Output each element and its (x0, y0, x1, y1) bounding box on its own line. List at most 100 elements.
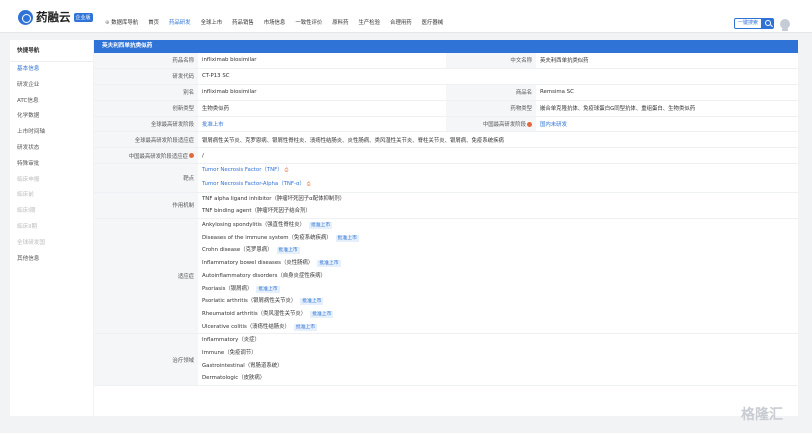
row-therapeutic-area: 治疗领域 Inflammatory（炎症） Immune（免疫调节） Gastroi… (94, 334, 798, 387)
value-innovation: 生物类似药 (202, 106, 229, 113)
logo-text: 药融云 (36, 10, 71, 24)
label-code: 研发代码 (94, 68, 198, 84)
nav-item[interactable]: 医疗器械 (422, 18, 444, 26)
edition-badge: 企业版 (73, 12, 93, 22)
indication-name: Autoinflammatory disorders（自身炎症性疾病） (202, 272, 326, 279)
one-click-search-button[interactable]: 一键搜索 (734, 18, 763, 29)
nav-item[interactable]: 药品销售 (232, 18, 254, 26)
value-drug-type: 嵌合单克隆抗体、免疫球蛋白G同型抗体、重组蛋白、生物类似药 (540, 106, 696, 113)
value-global-indication: 银屑病性关节炎、克罗恩病、银屑性脊柱炎、溃疡性结肠炎、炎性肠病、类风湿性关节炎、… (202, 137, 504, 144)
value-drug-name: infliximab biosimilar (202, 57, 257, 64)
therapeutic-area-item: Dermatologic（皮肤病） (202, 375, 266, 382)
status-badge: 批准上市 (317, 260, 341, 268)
status-badge: 批准上市 (256, 285, 280, 293)
indication-item: Psoriasis（银屑病） 批准上市 (202, 283, 280, 296)
label-therapeutic-area: 治疗领域 (94, 334, 198, 386)
logo-icon (18, 9, 33, 25)
indication-item: Ulcerative colitis（溃疡性结肠炎） 批准上市 (202, 321, 318, 334)
mechanism-item: TNF alpha ligand inhibitor（肿瘤坏死因子α配体抑制剂） (202, 195, 346, 202)
mechanism-item: TNF binding agent（肿瘤坏死因子结合剂） (202, 208, 311, 215)
user-avatar-icon[interactable] (780, 18, 791, 31)
indication-item: Psoriatic arthritis（银屑病性关节炎） 批准上市 (202, 295, 324, 308)
status-badge: 批准上市 (276, 247, 300, 255)
quick-nav-sidebar: 快捷导航 基本信息 研发企业 ATC信息 化学数据 上市时间轴 研发状态 特殊审批 临床申报临… (10, 40, 93, 416)
row-innovation: 创新类型 生物类似药 药物类型 嵌合单克隆抗体、免疫球蛋白G同型抗体、重组蛋白、… (94, 100, 798, 117)
sidebar-item[interactable]: 化学数据 (10, 109, 93, 125)
row-indication: 适应症 Ankylosing spondylitis（强直性脊柱炎） 批准上市 Di… (94, 219, 798, 335)
nav-item[interactable]: 数据库导航 (105, 18, 138, 26)
sidebar-item[interactable]: 临床II期 (10, 220, 93, 236)
nav-item[interactable]: 原料药 (332, 18, 348, 26)
value-target-list: Tumor Necrosis Factor（TNF） ⎙ Tumor Necrosi… (198, 164, 798, 191)
indication-name: Psoriasis（银屑病） (202, 285, 253, 292)
sidebar-item[interactable]: 临床前 (10, 188, 93, 204)
sidebar-item[interactable]: 基本信息 (10, 62, 93, 78)
search-area: 一键搜索 (734, 18, 791, 31)
label-alias: 别名 (94, 84, 198, 100)
label-china-indication: 中国最高研发阶段适应症 (94, 148, 198, 164)
row-stage: 全球最高研发阶段 批准上市 中国最高研发阶段 国内未研发 (94, 116, 798, 133)
indication-item: Diseases of the immune system（免疫系统疾病） 批准上… (202, 232, 359, 245)
nav-item[interactable]: 全球上市 (201, 18, 223, 26)
value-mechanism-list: TNF alpha ligand inhibitor（肿瘤坏死因子α配体抑制剂）… (198, 193, 798, 218)
value-china-indication: / (202, 152, 204, 159)
status-badge: 批准上市 (308, 222, 333, 230)
nav-item[interactable]: 药品研发 (169, 18, 191, 26)
sidebar-item[interactable]: ATC信息 (10, 94, 93, 110)
therapeutic-area-item: Gastrointestinal（胃肠道系统） (202, 362, 283, 369)
indication-name: Diseases of the immune system（免疫系统疾病） (202, 234, 332, 241)
top-bar: 药融云 企业版 数据库导航 首页 药品研发 全球上市 药品销售 市场信息 一致性评价 原料药 生… (0, 0, 812, 33)
value-china-stage[interactable]: 国内未研发 (536, 117, 798, 132)
sidebar-title: 快捷导航 (10, 40, 93, 62)
sidebar-item[interactable]: 其他信息 (10, 252, 93, 268)
label-target: 靶点 (94, 164, 198, 192)
row-china-indication: 中国最高研发阶段适应症 / (94, 148, 798, 165)
target-link[interactable]: Tumor Necrosis Factor（TNF） (202, 167, 283, 173)
drug-title: 英夫利西单抗类似药 (94, 40, 798, 53)
indication-name: Ankylosing spondylitis（强直性脊柱炎） (202, 222, 305, 229)
nav-item[interactable]: 生产检验 (358, 18, 380, 26)
status-badge: 批准上市 (293, 323, 318, 331)
value-cn-name: 英夫利西单抗类似药 (540, 58, 589, 65)
info-icon[interactable] (189, 153, 194, 159)
sidebar-item[interactable]: 全球研发国 (10, 236, 93, 252)
nav-item[interactable]: 一致性评价 (295, 18, 322, 26)
pdf-icon[interactable]: ⎙ (285, 168, 289, 173)
label-indication: 适应症 (94, 219, 198, 334)
sidebar-item[interactable]: 临床申报 (10, 173, 93, 189)
value-therapeutic-area-list: Inflammatory（炎症） Immune（免疫调节） Gastrointest… (198, 334, 798, 385)
row-alias: 别名 infliximab biosimilar 商品名 Remsima SC (94, 84, 798, 101)
row-global-indication: 全球最高研发阶段适应症 银屑病性关节炎、克罗恩病、银屑性脊柱炎、溃疡性结肠炎、炎… (94, 132, 798, 149)
therapeutic-area-item: Immune（免疫调节） (202, 350, 257, 357)
label-mechanism: 作用机制 (94, 192, 198, 219)
label-cn-name: 中文名称 (446, 53, 536, 68)
value-trade: Remsima SC (540, 89, 574, 96)
info-icon[interactable] (527, 121, 532, 127)
search-icon[interactable] (762, 18, 775, 29)
sidebar-item[interactable]: 研发状态 (10, 141, 93, 157)
label-trade: 商品名 (446, 84, 536, 100)
label-drug-type: 药物类型 (446, 100, 536, 116)
indication-name: Rheumatoid arthritis（类风湿性关节炎） (202, 310, 307, 317)
sidebar-item[interactable]: 临床I期 (10, 204, 93, 220)
nav-item[interactable]: 合理用药 (390, 18, 412, 26)
row-drug-name: 药品名称 infliximab biosimilar 中文名称 英夫利西单抗类似… (94, 53, 798, 69)
logo[interactable]: 药融云 企业版 (18, 9, 93, 25)
nav-item[interactable]: 首页 (148, 18, 159, 26)
nav-item[interactable]: 市场信息 (264, 18, 286, 26)
value-code: CT-P13 SC (202, 73, 230, 80)
label-drug-name: 药品名称 (94, 53, 198, 68)
china-indication-label-text: 中国最高研发阶段适应症 (128, 153, 188, 160)
sidebar-item[interactable]: 研发企业 (10, 78, 93, 94)
drug-detail-panel: 英夫利西单抗类似药 药品名称 infliximab biosimilar 中文名… (94, 40, 798, 416)
indication-name: Crohn disease（克罗恩病） (202, 247, 273, 254)
indication-item: Rheumatoid arthritis（类风湿性关节炎） 批准上市 (202, 308, 334, 321)
target-link[interactable]: Tumor Necrosis Factor-Alpha（TNF-α） (202, 181, 305, 187)
value-global-stage[interactable]: 批准上市 (198, 117, 446, 132)
sidebar-list: 基本信息 研发企业 ATC信息 化学数据 上市时间轴 研发状态 特殊审批 临床申报 临床前 临床I… (10, 62, 93, 267)
sidebar-item[interactable]: 特殊审批 (10, 157, 93, 173)
indication-item: Ankylosing spondylitis（强直性脊柱炎） 批准上市 (202, 219, 333, 232)
pdf-icon[interactable]: ⎙ (307, 182, 311, 187)
sidebar-item[interactable]: 上市时间轴 (10, 125, 93, 141)
row-target: 靶点 Tumor Necrosis Factor（TNF） ⎙ Tumor Necr… (94, 164, 798, 193)
